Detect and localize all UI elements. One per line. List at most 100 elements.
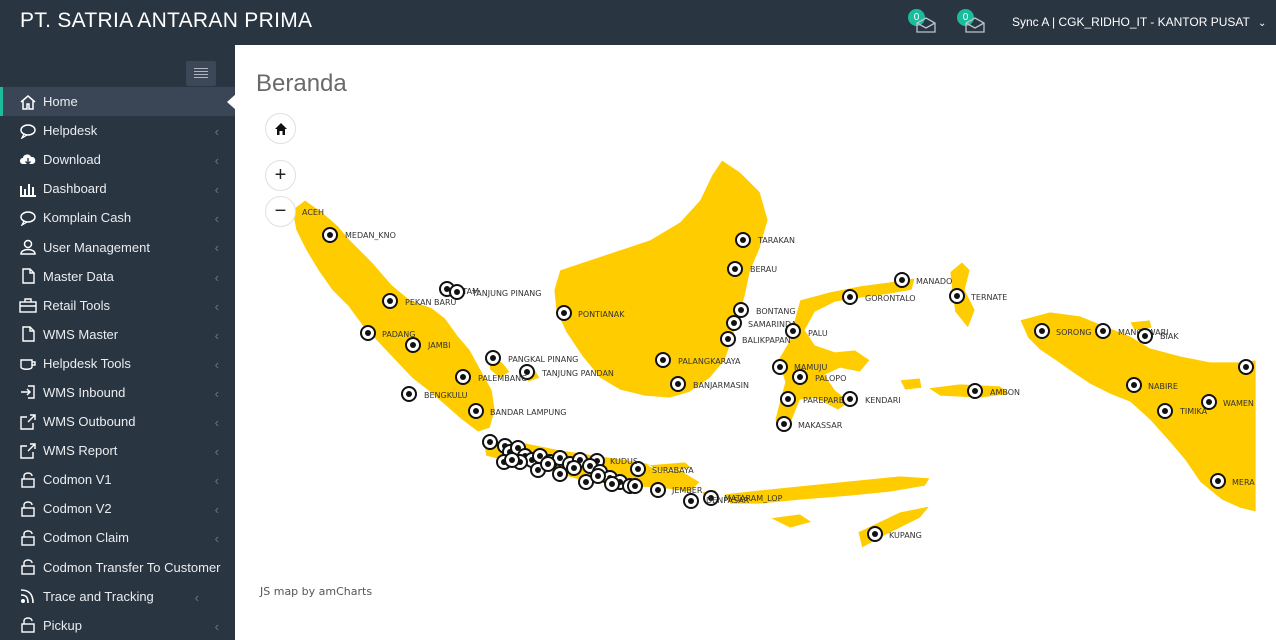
sidebar-item-trace-tracking[interactable]: Trace and Tracking ‹	[0, 582, 235, 611]
city-marker-nabire[interactable]	[1126, 377, 1142, 393]
city-marker-palu[interactable]	[785, 323, 801, 339]
city-marker-java-22[interactable]	[627, 478, 643, 494]
indonesia-map[interactable]: ACEHMEDAN_KNOBATAMTANJUNG PINANGPEKAN BA…	[235, 45, 1276, 640]
city-marker-pontianak[interactable]	[556, 305, 572, 321]
sign-in-icon	[18, 383, 38, 401]
lock-icon	[18, 616, 38, 634]
city-label-tanjungpandan: TANJUNG PANDAN	[541, 369, 614, 378]
city-marker-timika[interactable]	[1157, 403, 1173, 419]
city-marker-tanjungpinang[interactable]	[449, 284, 465, 300]
city-label-bengkulu: BENGKULU	[424, 391, 468, 400]
city-marker-mamuju[interactable]	[772, 359, 788, 375]
city-marker-pekanbaru[interactable]	[382, 293, 398, 309]
sidebar-item-user-management[interactable]: User Management ‹	[0, 232, 235, 261]
notification-envelope-1[interactable]: 0	[908, 9, 940, 37]
city-marker-tarakan[interactable]	[735, 232, 751, 248]
city-marker-kupang[interactable]	[867, 526, 883, 542]
chevron-left-icon: ‹	[214, 618, 219, 634]
sidebar-toggle-button[interactable]	[186, 61, 216, 86]
city-marker-papua-edge[interactable]	[1238, 359, 1254, 375]
city-marker-palembang[interactable]	[455, 369, 471, 385]
page-title: Beranda	[256, 70, 347, 97]
sidebar-item-dashboard[interactable]: Dashboard ‹	[0, 174, 235, 203]
city-label-ambon: AMBON	[990, 388, 1020, 397]
city-marker-java-0[interactable]	[482, 434, 498, 450]
chevron-left-icon: ‹	[214, 385, 219, 401]
city-marker-balikpapan[interactable]	[720, 331, 736, 347]
city-marker-java-18[interactable]	[552, 466, 568, 482]
city-marker-biak[interactable]	[1137, 328, 1153, 344]
map-zoom-out-button[interactable]: −	[265, 196, 296, 227]
chevron-left-icon: ‹	[214, 444, 219, 460]
city-marker-jember[interactable]	[650, 482, 666, 498]
sidebar-item-label: Home	[43, 94, 78, 110]
city-marker-makassar[interactable]	[776, 416, 792, 432]
city-marker-banjarmasin[interactable]	[670, 376, 686, 392]
city-marker-parepare[interactable]	[780, 391, 796, 407]
sidebar-item-pickup[interactable]: Pickup ‹	[0, 611, 235, 640]
city-label-palangkaraya: PALANGKARAYA	[678, 357, 741, 366]
city-marker-java-26[interactable]	[566, 460, 582, 476]
map-home-button[interactable]	[265, 113, 296, 144]
brand-title[interactable]: PT. SATRIA ANTARAN PRIMA	[20, 9, 312, 33]
map-credit-link[interactable]: JS map by amCharts	[260, 585, 372, 598]
sidebar-item-codmon-transfer[interactable]: Codmon Transfer To Customer	[0, 553, 235, 582]
city-marker-bandarlampung[interactable]	[468, 403, 484, 419]
city-marker-berau[interactable]	[727, 261, 743, 277]
city-label-manado: MANADO	[916, 277, 952, 286]
city-marker-java-21[interactable]	[604, 476, 620, 492]
sidebar-item-codmon-v2[interactable]: Codmon V2 ‹	[0, 494, 235, 523]
sidebar-item-komplain-cash[interactable]: Komplain Cash ‹	[0, 203, 235, 232]
sidebar-item-home[interactable]: Home	[0, 87, 236, 117]
city-marker-kendari[interactable]	[842, 391, 858, 407]
sidebar-item-wms-report[interactable]: WMS Report ‹	[0, 436, 235, 465]
city-marker-ambon[interactable]	[967, 383, 983, 399]
region-timor	[857, 505, 932, 549]
external-link-icon	[18, 413, 38, 431]
sidebar-item-helpdesk[interactable]: Helpdesk ‹	[0, 116, 235, 145]
chevron-left-icon: ‹	[214, 502, 219, 518]
city-marker-java-24[interactable]	[504, 452, 520, 468]
sidebar-item-codmon-v1[interactable]: Codmon V1 ‹	[0, 465, 235, 494]
city-marker-palangkaraya[interactable]	[655, 352, 671, 368]
sidebar-item-wms-inbound[interactable]: WMS Inbound ‹	[0, 378, 235, 407]
sidebar-item-wms-master[interactable]: WMS Master ‹	[0, 320, 235, 349]
user-name: Sync A | CGK_RIDHO_IT - KANTOR PUSAT	[1012, 15, 1250, 29]
city-marker-merauke[interactable]	[1210, 473, 1226, 489]
city-marker-sorong[interactable]	[1034, 323, 1050, 339]
sidebar-item-master-data[interactable]: Master Data ‹	[0, 262, 235, 291]
city-marker-java-20[interactable]	[590, 468, 606, 484]
city-marker-manado[interactable]	[894, 272, 910, 288]
city-marker-jambi[interactable]	[405, 337, 421, 353]
city-marker-gorontalo[interactable]	[842, 289, 858, 305]
city-label-palu: PALU	[808, 329, 828, 338]
sidebar-item-download[interactable]: Download ‹	[0, 145, 235, 174]
city-marker-mataram[interactable]	[683, 493, 699, 509]
toolbox-icon	[18, 296, 38, 314]
sidebar-item-wms-outbound[interactable]: WMS Outbound ‹	[0, 407, 235, 436]
city-marker-ternate[interactable]	[949, 288, 965, 304]
sidebar-menu: Home Helpdesk ‹ Download ‹ Dashboard ‹ K…	[0, 87, 236, 640]
city-label-pontianak: PONTIANAK	[578, 310, 625, 319]
sidebar-item-label: Dashboard	[43, 181, 107, 197]
city-marker-pangkalpinang[interactable]	[485, 350, 501, 366]
city-marker-palopo[interactable]	[792, 369, 808, 385]
sidebar-item-retail-tools[interactable]: Retail Tools ‹	[0, 291, 235, 320]
user-menu[interactable]: Sync A | CGK_RIDHO_IT - KANTOR PUSAT ⌄	[1012, 15, 1266, 29]
notification-envelope-2[interactable]: 0	[957, 9, 989, 37]
city-marker-padang[interactable]	[360, 325, 376, 341]
sidebar-item-label: Codmon Transfer To Customer	[43, 559, 221, 575]
city-marker-medan[interactable]	[322, 227, 338, 243]
city-marker-bengkulu[interactable]	[401, 386, 417, 402]
city-marker-manokwari[interactable]	[1095, 323, 1111, 339]
city-marker-samarinda[interactable]	[726, 315, 742, 331]
map-regions	[291, 159, 1257, 549]
city-marker-bontang[interactable]	[733, 302, 749, 318]
sidebar-item-codmon-claim[interactable]: Codmon Claim ‹	[0, 523, 235, 552]
lock-icon	[18, 471, 38, 489]
map-zoom-in-button[interactable]: +	[265, 160, 296, 191]
city-marker-wamena[interactable]	[1201, 394, 1217, 410]
sidebar-item-helpdesk-tools[interactable]: Helpdesk Tools ‹	[0, 349, 235, 378]
chevron-down-icon: ⌄	[1257, 18, 1267, 29]
city-marker-java-25[interactable]	[540, 456, 556, 472]
